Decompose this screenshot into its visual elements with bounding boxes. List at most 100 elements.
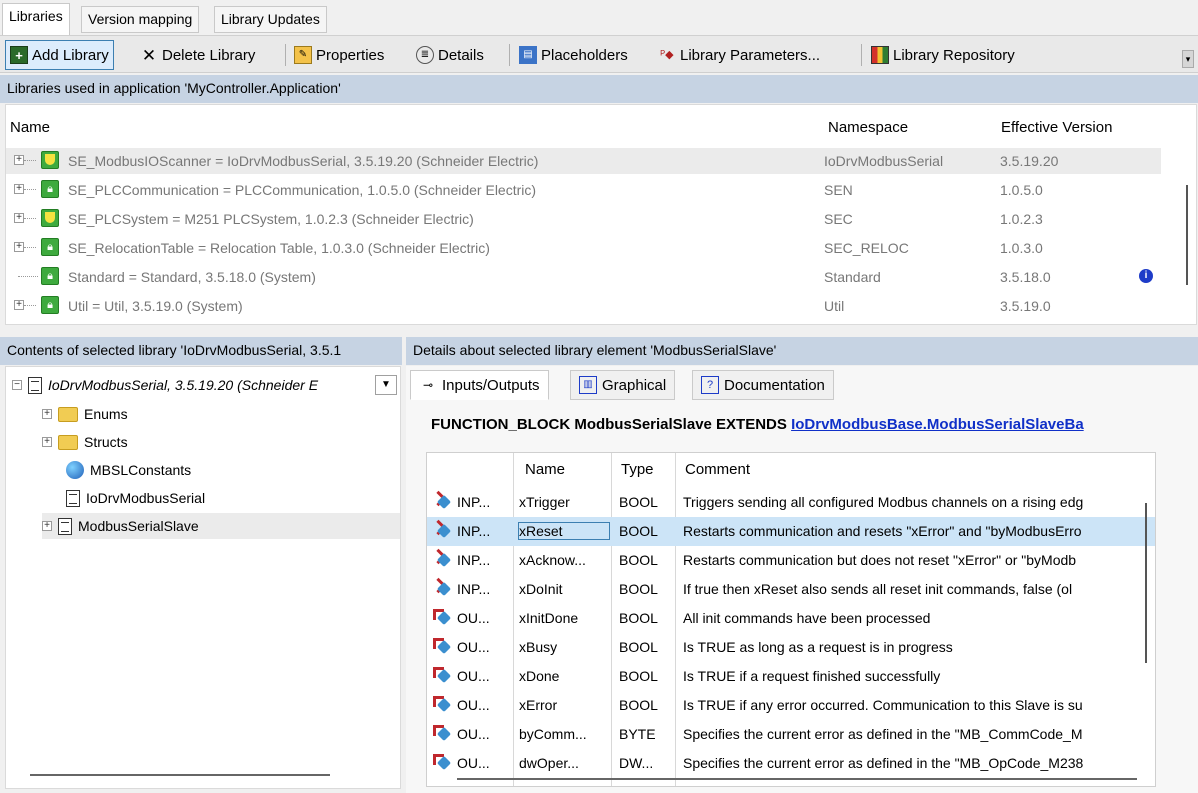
tree-item-mbslconstants[interactable]: MBSLConstants	[66, 457, 191, 483]
placeholders-button[interactable]: ▤ Placeholders	[515, 40, 632, 70]
library-version: 3.5.19.0	[1000, 298, 1051, 314]
expand-icon[interactable]: +	[14, 155, 24, 165]
library-row[interactable]: + 🔒︎ SE_RelocationTable = Relocation Tab…	[6, 235, 1161, 261]
tree-item-label: Structs	[84, 434, 128, 450]
tab-graphical[interactable]: ▥ Graphical	[570, 370, 676, 400]
io-row[interactable]: INP... xAcknow... BOOL Restarts communicati…	[427, 546, 1155, 575]
libraries-scrollbar[interactable]	[1186, 185, 1188, 285]
separator	[509, 44, 510, 66]
col-name[interactable]: Name	[10, 119, 50, 136]
io-row[interactable]: OU... xBusy BOOL Is TRUE as long as a reque…	[427, 633, 1155, 662]
io-kind: OU...	[457, 755, 490, 771]
library-parameters-label: Library Parameters...	[680, 46, 821, 64]
function-block-title: FUNCTION_BLOCK ModbusSerialSlave EXTENDS…	[431, 416, 1084, 433]
io-row[interactable]: INP... xDoInit BOOL If true then xReset als…	[427, 575, 1155, 604]
details-button[interactable]: ≣ Details	[412, 40, 488, 70]
graphical-icon: ▥	[579, 376, 597, 394]
tab-inputs-outputs[interactable]: ⊸ Inputs/Outputs	[410, 370, 549, 400]
expand-icon[interactable]: +	[14, 184, 24, 194]
expand-icon[interactable]: +	[42, 409, 52, 419]
library-version: 3.5.18.0	[1000, 269, 1051, 285]
io-name: dwOper...	[519, 755, 579, 771]
lock-icon: 🔒︎	[41, 180, 59, 198]
col-name[interactable]: Name	[525, 461, 565, 478]
base-class-link[interactable]: IoDrvModbusBase.ModbusSerialSlaveBa	[791, 416, 1084, 433]
delete-icon: ✕	[141, 45, 157, 65]
delete-library-button[interactable]: ✕ Delete Library	[136, 40, 259, 70]
io-type: BYTE	[619, 726, 656, 742]
tab-libraries[interactable]: Libraries	[2, 3, 70, 35]
output-var-icon	[433, 725, 451, 741]
expand-icon[interactable]: +	[42, 437, 52, 447]
tree-dropdown-button[interactable]: ▼	[375, 375, 397, 395]
properties-button[interactable]: ✎ Properties	[290, 40, 388, 70]
lock-icon: 🔒︎	[41, 238, 59, 256]
tree-item-modbusserialslave[interactable]: + ModbusSerialSlave	[42, 513, 400, 539]
input-var-icon	[433, 551, 451, 567]
details-label: Details	[438, 46, 484, 64]
expand-icon[interactable]: +	[14, 300, 24, 310]
library-parameters-button[interactable]: ᴾ◆ Library Parameters...	[654, 40, 824, 70]
tree-line	[24, 247, 36, 248]
collapse-icon[interactable]: −	[12, 380, 22, 390]
output-var-icon	[433, 667, 451, 683]
io-name: xAcknow...	[519, 552, 586, 568]
add-library-button[interactable]: + Add Library	[5, 40, 114, 70]
col-effective-version[interactable]: Effective Version	[1001, 119, 1112, 136]
details-header: Details about selected library element '…	[406, 337, 1198, 365]
tree-item-structs[interactable]: + Structs	[42, 429, 128, 455]
io-comment: If true then xReset also sends all reset…	[683, 581, 1073, 597]
separator	[285, 44, 286, 66]
expand-icon[interactable]: +	[14, 242, 24, 252]
library-row[interactable]: + SE_ModbusIOScanner = IoDrvModbusSerial…	[6, 148, 1161, 174]
io-row[interactable]: OU... xDone BOOL Is TRUE if a request finis…	[427, 662, 1155, 691]
tab-library-updates[interactable]: Library Updates	[214, 6, 327, 33]
io-row[interactable]: OU... xError BOOL Is TRUE if any error occu…	[427, 691, 1155, 720]
io-row[interactable]: INP... xReset BOOL Restarts communication a…	[427, 517, 1155, 546]
io-type: BOOL	[619, 494, 658, 510]
io-name: xTrigger	[519, 494, 570, 510]
expand-icon[interactable]: +	[14, 213, 24, 223]
tree-item-label: MBSLConstants	[90, 462, 192, 478]
library-row[interactable]: 🔒︎ Standard = Standard, 3.5.18.0 (System…	[6, 264, 1161, 290]
library-namespace: SEN	[824, 182, 853, 198]
library-row[interactable]: + 🔒︎ Util = Util, 3.5.19.0 (System) Util…	[6, 293, 1161, 319]
library-version: 3.5.19.20	[1000, 153, 1059, 169]
info-icon[interactable]: i	[1139, 269, 1153, 283]
io-kind: INP...	[457, 552, 491, 568]
output-var-icon	[433, 696, 451, 712]
tree-item-label: ModbusSerialSlave	[78, 518, 199, 534]
tab-version-mapping[interactable]: Version mapping	[81, 6, 200, 33]
io-row[interactable]: INP... xTrigger BOOL Triggers sending all c…	[427, 488, 1155, 517]
books-icon	[871, 46, 889, 64]
io-row[interactable]: OU... xInitDone BOOL All init commands have…	[427, 604, 1155, 633]
placeholders-label: Placeholders	[541, 46, 628, 64]
library-repository-button[interactable]: Library Repository	[867, 40, 1019, 70]
col-namespace[interactable]: Namespace	[828, 119, 908, 136]
tree-item-enums[interactable]: + Enums	[42, 401, 128, 427]
input-var-icon	[433, 493, 451, 509]
tab-documentation[interactable]: ? Documentation	[692, 370, 834, 400]
library-namespace: SEC_RELOC	[824, 240, 909, 256]
library-row[interactable]: + 🔒︎ SE_PLCCommunication = PLCCommunicat…	[6, 177, 1161, 203]
col-type[interactable]: Type	[621, 461, 654, 478]
tree-line	[24, 189, 36, 190]
input-var-icon	[433, 580, 451, 596]
expand-icon[interactable]: +	[42, 521, 52, 531]
toolbar-overflow-button[interactable]: ▾	[1182, 50, 1194, 68]
library-row[interactable]: + SE_PLCSystem = M251 PLCSystem, 1.0.2.3…	[6, 206, 1161, 232]
io-comment: Is TRUE if a request finished successful…	[683, 668, 941, 684]
tree-root[interactable]: − IoDrvModbusSerial, 3.5.19.20 (Schneide…	[12, 372, 318, 398]
io-row[interactable]: OU... byComm... BYTE Specifies the current …	[427, 720, 1155, 749]
io-table-scrollbar[interactable]	[1145, 503, 1147, 663]
col-comment[interactable]: Comment	[685, 461, 750, 478]
shield-icon	[41, 209, 59, 227]
io-table-hscrollbar[interactable]	[457, 778, 1137, 780]
io-name: xError	[519, 697, 558, 713]
output-var-icon	[433, 609, 451, 625]
library-name: Util = Util, 3.5.19.0 (System)	[68, 298, 243, 314]
io-kind: OU...	[457, 610, 490, 626]
io-row[interactable]: OU... dwOper... DW... Specifies the current…	[427, 749, 1155, 778]
tree-scrollbar[interactable]	[30, 774, 330, 776]
tree-item-iodrvmodbusserial[interactable]: IoDrvModbusSerial	[66, 485, 205, 511]
